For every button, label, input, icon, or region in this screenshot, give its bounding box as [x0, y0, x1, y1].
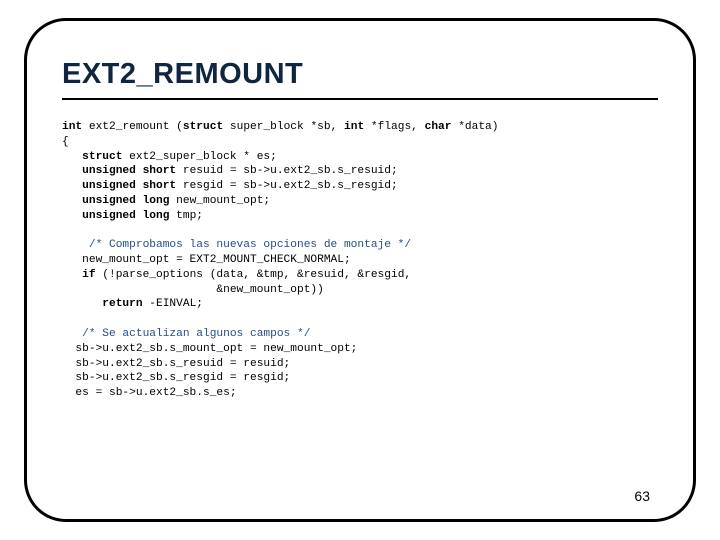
kw-ulong-2: unsigned long [62, 210, 169, 222]
l13: es = sb->u.ext2_sb.s_es; [62, 387, 237, 399]
kw-ushort-2: unsigned short [62, 180, 176, 192]
l12: sb->u.ext2_sb.s_resgid = resgid; [62, 372, 290, 384]
kw-char: char [425, 121, 452, 133]
sig-text-3: *flags, [364, 121, 424, 133]
kw-return: return [62, 298, 143, 310]
l8: &new_mount_opt)) [62, 284, 324, 296]
brace-open: { [62, 136, 69, 148]
blank-1 [62, 224, 69, 236]
blank-2 [62, 313, 69, 325]
l3-rest: resgid = sb->u.ext2_sb.s_resgid; [176, 180, 398, 192]
title-underline [62, 98, 658, 100]
kw-if: if [62, 269, 96, 281]
l9-rest: -EINVAL; [143, 298, 203, 310]
l6: new_mount_opt = EXT2_MOUNT_CHECK_NORMAL; [62, 254, 351, 266]
kw-int: int [62, 121, 82, 133]
code-content: int ext2_remount (struct super_block *sb… [62, 120, 658, 401]
l1-rest: ext2_super_block * es; [122, 151, 276, 163]
sig-text-2: super_block *sb, [223, 121, 344, 133]
l2-rest: resuid = sb->u.ext2_sb.s_resuid; [176, 165, 398, 177]
comment-2: /* Se actualizan algunos campos */ [62, 328, 310, 340]
l7-rest: (!parse_options (data, &tmp, &resuid, &r… [96, 269, 412, 281]
l5-rest: tmp; [169, 210, 203, 222]
sig-text-1: ext2_remount ( [82, 121, 183, 133]
comment-1: /* Comprobamos las nuevas opciones de mo… [62, 239, 411, 251]
kw-ulong-1: unsigned long [62, 195, 169, 207]
kw-struct-2: struct [62, 151, 122, 163]
kw-struct: struct [183, 121, 223, 133]
kw-ushort-1: unsigned short [62, 165, 176, 177]
l10: sb->u.ext2_sb.s_mount_opt = new_mount_op… [62, 343, 357, 355]
kw-int-2: int [344, 121, 364, 133]
sig-text-4: *data) [451, 121, 498, 133]
page-number: 63 [634, 488, 650, 504]
slide-title: EXT2_REMOUNT [62, 58, 303, 91]
l4-rest: new_mount_opt; [169, 195, 270, 207]
l11: sb->u.ext2_sb.s_resuid = resuid; [62, 358, 290, 370]
